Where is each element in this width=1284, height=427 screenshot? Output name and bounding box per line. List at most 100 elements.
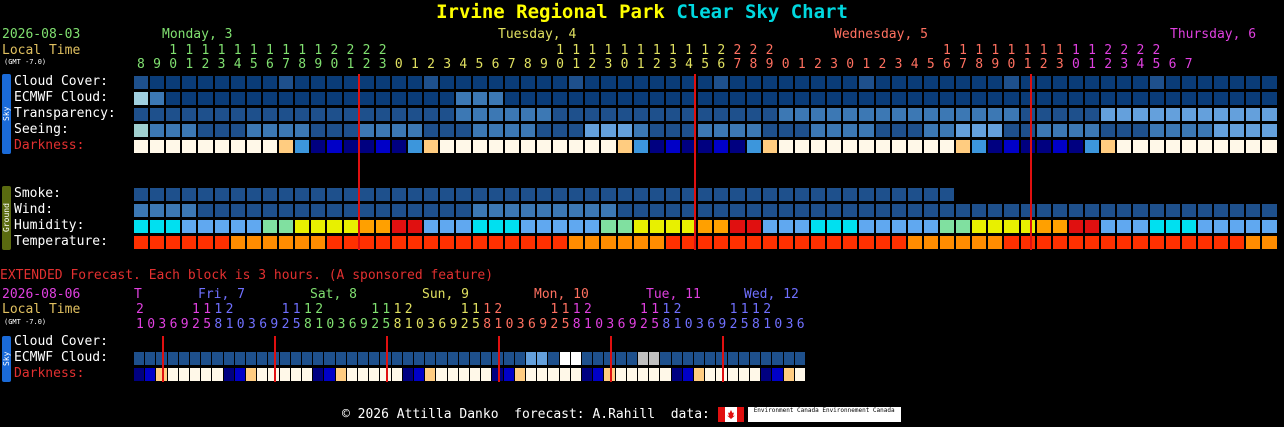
transparency-cell	[230, 108, 245, 121]
darkness-cell	[1020, 140, 1035, 153]
cloud-cover-cell	[472, 76, 487, 89]
ecmwf-cloud-cell	[166, 92, 181, 105]
smoke-cell	[907, 188, 922, 201]
humidity-cell	[617, 220, 632, 233]
ext-ecmwf-cell	[190, 352, 201, 365]
ext-ecmwf-cell	[257, 352, 268, 365]
cloud-cover-cell	[456, 76, 471, 89]
cloud-cover-cell	[875, 76, 890, 89]
humidity-cell	[923, 220, 938, 233]
ext-ecmwf-cell	[447, 352, 458, 365]
cloud-cover-cell	[730, 76, 745, 89]
temperature-cell	[891, 236, 906, 249]
ground-label-3: Temperature:	[14, 234, 108, 249]
ext-darkness-cell	[335, 368, 346, 381]
wind-cell	[488, 204, 503, 217]
cloud-cover-cell	[134, 76, 149, 89]
ext-ecmwf-cell	[738, 352, 749, 365]
chart-title: Irvine Regional Park Clear Sky Chart	[0, 0, 1284, 24]
ecmwf-cloud-cell	[1085, 92, 1100, 105]
wind-cell	[279, 204, 294, 217]
seeing-cell	[827, 124, 842, 137]
humidity-cell	[182, 220, 197, 233]
darkness-cell	[585, 140, 600, 153]
humidity-cell	[746, 220, 761, 233]
darkness-cell	[988, 140, 1003, 153]
cloud-cover-cell	[246, 76, 261, 89]
seeing-cell	[1117, 124, 1132, 137]
transparency-cell	[166, 108, 181, 121]
cloud-cover-cell	[553, 76, 568, 89]
temperature-cell	[166, 236, 181, 249]
smoke-cell	[214, 188, 229, 201]
cloud-cover-cell	[1149, 76, 1164, 89]
wind-cell	[472, 204, 487, 217]
extended-gmt: (GMT -7.0)	[4, 318, 47, 326]
row-label-3: Seeing:	[14, 122, 69, 137]
ecmwf-cloud-cell	[633, 92, 648, 105]
ecmwf-cloud-cell	[1068, 92, 1084, 105]
ground-label-2: Humidity:	[14, 218, 85, 233]
humidity-cell	[1165, 220, 1180, 233]
ext-ecmwf-cell	[234, 352, 245, 365]
temperature-cell	[972, 236, 987, 249]
transparency-cell	[762, 108, 777, 121]
ext-darkness-cell	[425, 368, 436, 381]
cloud-cover-cell	[391, 76, 407, 89]
ext-darkness-cell	[503, 368, 514, 381]
wind-cell	[1052, 204, 1067, 217]
humidity-cell	[778, 220, 793, 233]
humidity-cell	[279, 220, 294, 233]
darkness-cell	[408, 140, 423, 153]
temperature-cell	[1052, 236, 1067, 249]
ext-day-label-0: T	[134, 287, 142, 302]
ground-label-1: Wind:	[14, 202, 54, 217]
ext-ecmwf-cell	[503, 352, 514, 365]
darkness-cell	[150, 140, 165, 153]
extended-heading: EXTENDED Forecast. Each block is 3 hours…	[0, 268, 494, 283]
humidity-cell	[859, 220, 874, 233]
darkness-cell	[246, 140, 261, 153]
transparency-cell	[665, 108, 681, 121]
cloud-cover-cell	[649, 76, 664, 89]
darkness-cell	[1262, 140, 1277, 153]
smoke-cell	[778, 188, 793, 201]
ext-darkness-cell	[470, 368, 481, 381]
wind-cell	[359, 204, 374, 217]
temperature-cell	[940, 236, 955, 249]
darkness-cell	[1068, 140, 1084, 153]
ecmwf-cloud-cell	[1262, 92, 1277, 105]
cloud-cover-cell	[1246, 76, 1261, 89]
temperature-cell	[295, 236, 310, 249]
ext-midnight-line-0	[162, 336, 164, 382]
wind-cell	[988, 204, 1003, 217]
ext-row-label-0: Cloud Cover:	[14, 334, 108, 349]
transparency-cell	[1230, 108, 1245, 121]
ecmwf-cloud-cell	[698, 92, 713, 105]
seeing-cell	[1149, 124, 1164, 137]
smoke-cell	[391, 188, 407, 201]
seeing-cell	[940, 124, 955, 137]
temperature-cell	[633, 236, 648, 249]
humidity-cell	[456, 220, 471, 233]
cloud-cover-cell	[843, 76, 858, 89]
seeing-cell	[198, 124, 213, 137]
temperature-cell	[827, 236, 842, 249]
darkness-cell	[778, 140, 793, 153]
seeing-cell	[601, 124, 616, 137]
cloud-cover-cell	[262, 76, 278, 89]
ecmwf-cloud-cell	[424, 92, 439, 105]
humidity-cell	[327, 220, 342, 233]
humidity-cell	[1085, 220, 1100, 233]
transparency-cell	[424, 108, 439, 121]
footer: © 2026 Attilla Danko forecast: A.Rahill …	[342, 407, 901, 427]
smoke-cell	[134, 188, 149, 201]
seeing-cell	[472, 124, 487, 137]
ecmwf-cloud-cell	[520, 92, 535, 105]
smoke-cell	[359, 188, 374, 201]
temperature-cell	[391, 236, 407, 249]
temperature-cell	[359, 236, 374, 249]
temperature-cell	[1214, 236, 1229, 249]
ext-ecmwf-cell	[425, 352, 436, 365]
ext-ecmwf-cell	[346, 352, 357, 365]
